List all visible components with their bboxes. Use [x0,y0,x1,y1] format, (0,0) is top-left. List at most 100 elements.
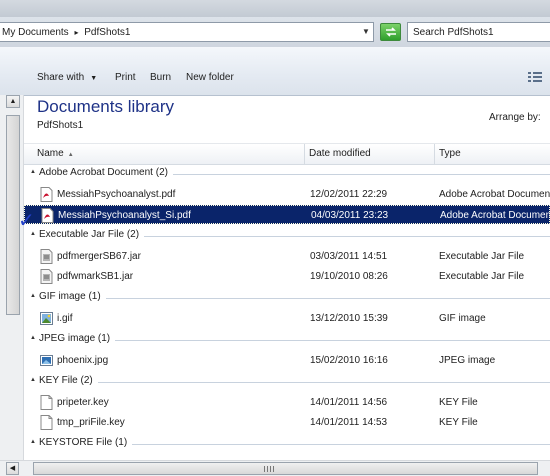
file-row[interactable]: pdfwmarkSB1.jar 19/10/2010 08:26 Executabl… [24,267,550,286]
group-collapse-icon[interactable]: ▲ [30,293,36,299]
horizontal-scroll-thumb[interactable] [33,462,538,475]
sort-ascending-icon: ▲ [67,152,74,158]
file-date-modified: 14/01/2011 14:53 [310,417,388,428]
share-with-button[interactable]: Share with ▼ [37,72,97,83]
column-divider[interactable] [434,144,435,164]
breadcrumb-my-documents[interactable]: My Documents [2,27,69,38]
file-date-modified: 13/12/2010 15:39 [310,313,388,324]
horizontal-scrollbar[interactable]: ◀ [0,460,550,476]
breadcrumb: My Documents ▸ PdfShots1 [2,27,130,38]
file-type: Adobe Acrobat Document [440,210,550,221]
file-row[interactable]: MessiahPsychoanalyst_Si.pdf 04/03/2011 23… [24,205,550,224]
refresh-button[interactable] [380,23,401,41]
column-name[interactable]: Name ▲ [37,148,74,159]
group-header[interactable]: ▲ Adobe Acrobat Document (2) [24,165,550,183]
file-row[interactable]: phoenix.jpg 15/02/2010 16:16 JPEG image [24,351,550,370]
view-options-icon[interactable] [527,70,543,84]
jar-icon [40,269,53,284]
scroll-up-arrow-icon[interactable]: ▲ [6,95,20,108]
file-date-modified: 15/02/2010 16:16 [310,355,388,366]
window-top-strip [0,0,550,17]
group-divider-line [106,298,550,299]
group-collapse-icon[interactable]: ▲ [30,169,36,175]
library-title: Documents library [37,97,174,116]
column-name-label: Name [37,148,64,159]
file-type: KEY File [439,397,478,408]
file-row[interactable]: pdfmergerSB67.jar 03/03/2011 14:51 Executa… [24,247,550,266]
column-divider[interactable] [304,144,305,164]
file-date-modified: 03/03/2011 14:51 [310,251,388,262]
file-icon [40,395,53,410]
chevron-down-icon: ▼ [90,75,98,82]
file-name: pdfwmarkSB1.jar [57,271,134,282]
breadcrumb-pdfshots1[interactable]: PdfShots1 [84,27,130,38]
file-row[interactable]: tmp_priFile.key 14/01/2011 14:53 KEY File [24,413,550,432]
file-name: phoenix.jpg [57,355,109,366]
vertical-scrollbar[interactable]: ▲ [0,95,24,460]
new-folder-button[interactable]: New folder [186,72,234,83]
share-with-label: Share with [37,72,85,83]
group-label: Adobe Acrobat Document (2) [39,167,168,178]
address-bar[interactable]: My Documents ▸ PdfShots1 ▼ [0,22,374,42]
group-header[interactable]: ▲ KEY File (2) [24,373,550,391]
search-placeholder: Search PdfShots1 [413,27,494,38]
file-name: pripeter.key [57,397,109,408]
file-type: KEY File [439,417,478,428]
file-row[interactable]: MessiahPsychoanalyst.pdf 12/02/2011 22:29… [24,185,550,204]
group-collapse-icon[interactable]: ▲ [30,439,36,445]
file-date-modified: 04/03/2011 23:23 [311,210,389,221]
group-divider-line [98,382,550,383]
library-subtitle: PdfShots1 [37,120,84,131]
file-name: pdfmergerSB67.jar [57,251,141,262]
group-label: KEY File (2) [39,375,93,386]
group-header[interactable]: ▲ JPEG image (1) [24,331,550,349]
file-name: MessiahPsychoanalyst_Si.pdf [58,210,191,221]
group-header[interactable]: ▲ GIF image (1) [24,289,550,307]
search-input[interactable]: Search PdfShots1 [407,22,550,42]
pdf-icon [41,208,54,223]
group-divider-line [132,444,550,445]
chevron-down-icon[interactable]: ▼ [359,25,373,39]
file-type: GIF image [439,313,486,324]
breadcrumb-separator-icon[interactable]: ▸ [74,28,78,37]
group-collapse-icon[interactable]: ▲ [30,335,36,341]
scroll-left-arrow-icon[interactable]: ◀ [6,462,19,475]
column-date-modified[interactable]: Date modified [309,148,371,159]
scroll-grip-icon [264,466,276,472]
file-row[interactable]: i.gif 13/12/2010 15:39 GIF image [24,309,550,328]
column-type[interactable]: Type [439,148,461,159]
file-row[interactable]: pripeter.key 14/01/2011 14:56 KEY File [24,393,550,412]
column-header-row: Name ▲ Date modified Type [24,143,550,165]
file-date-modified: 19/10/2010 08:26 [310,271,388,282]
jpeg-image-icon [40,353,53,368]
group-divider-line [144,236,550,237]
jar-icon [40,249,53,264]
file-icon [40,415,53,430]
group-label: Executable Jar File (2) [39,229,140,240]
command-bar: ▾ Share with▼ Print Burn New folder [0,47,550,96]
file-type: Executable Jar File [439,251,525,262]
file-name: tmp_priFile.key [57,417,125,428]
gif-image-icon [40,311,53,326]
group-header[interactable]: ▲ Executable Jar File (2) [24,227,550,245]
file-date-modified: 14/01/2011 14:56 [310,397,388,408]
file-name: MessiahPsychoanalyst.pdf [57,189,176,200]
file-date-modified: 12/02/2011 22:29 [310,189,388,200]
group-label: JPEG image (1) [39,333,111,344]
burn-button[interactable]: Burn [150,72,171,83]
file-type: Adobe Acrobat Document [439,189,550,200]
print-button[interactable]: Print [115,72,136,83]
group-collapse-icon[interactable]: ▲ [30,377,36,383]
group-label: GIF image (1) [39,291,101,302]
checkmark-annotation-icon: ✓ [18,210,35,232]
group-divider-line [173,174,550,175]
file-type: JPEG image [439,355,496,366]
group-label: KEYSTORE File (1) [39,437,128,448]
address-row: My Documents ▸ PdfShots1 ▼ Search PdfSho… [0,17,550,47]
group-header[interactable]: ▲ KEYSTORE File (1) [24,435,550,453]
arrange-by-label[interactable]: Arrange by: [489,112,541,123]
refresh-icon [386,27,396,37]
group-divider-line [115,340,550,341]
file-type: Executable Jar File [439,271,525,282]
file-name: i.gif [57,313,73,324]
